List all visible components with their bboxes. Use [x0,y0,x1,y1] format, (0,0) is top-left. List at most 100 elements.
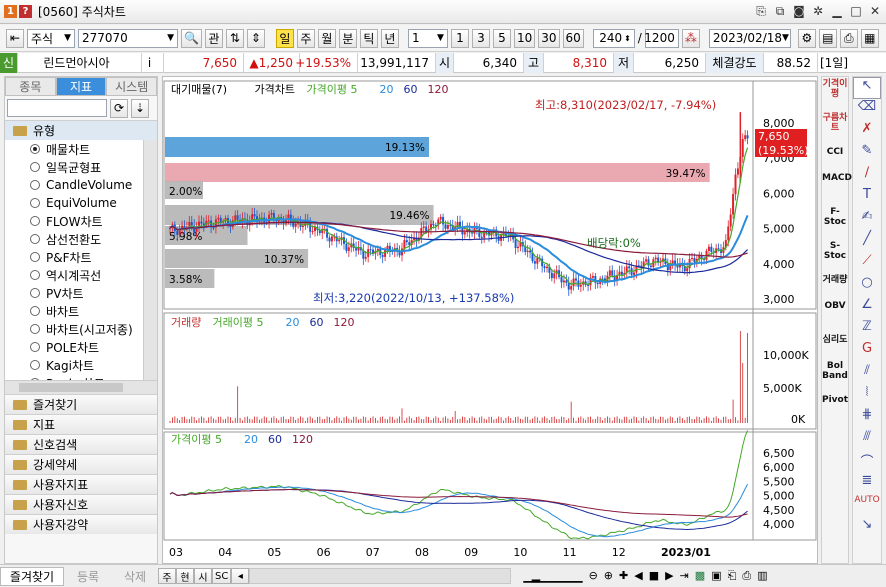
folder-item[interactable]: 사용자강약 [5,514,157,534]
watch-button[interactable]: 관 [204,28,223,48]
chart-scrollbar[interactable] [249,568,512,584]
first-icon[interactable]: ✚ [619,569,628,583]
unit-10-button[interactable]: 10 [513,28,536,48]
tab-favorites[interactable]: 즐겨찾기 [0,566,64,586]
tab-indicator[interactable]: 지표 [55,77,107,96]
chart-type-item[interactable]: Kagi차트 [5,356,157,374]
unit-3-button[interactable]: 3 [471,28,490,48]
count-input[interactable]: 240 ⬍ [592,28,635,48]
horizontal-scrollbar[interactable] [5,380,157,394]
indicator-shortcut[interactable]: 구름차트 [822,111,848,145]
register-button[interactable]: 등록 [64,568,112,585]
indicator-shortcut[interactable]: 기격이평 [822,77,848,111]
folder-item[interactable]: 사용자신호 [5,494,157,514]
chart-area[interactable]: 19.13% 39.47% 2.00% 19.46% 5.98% 10.37% 3.58% 대… [162,76,818,564]
unit-5-button[interactable]: 5 [492,28,511,48]
close-icon[interactable]: ✕ [868,4,882,18]
copy-chart-icon[interactable]: ⎗ [728,569,737,583]
unit-select[interactable]: 1 ▼ [407,28,448,48]
stock-chart-svg[interactable]: 19.13% 39.47% 2.00% 19.46% 5.98% 10.37% 3.58% 대… [163,77,817,563]
save-image-icon[interactable]: ▣ [711,569,721,583]
scrollbar-thumb[interactable] [19,383,123,392]
tab-current[interactable]: 현 [176,568,194,584]
chart-type-item[interactable]: 바차트 [5,302,157,320]
line-icon[interactable]: ╱ [853,231,881,253]
chart-type-item[interactable]: 매물차트 [5,140,157,158]
chart-type-item[interactable]: 바차트(시고저종) [5,320,157,338]
help-icon[interactable]: ? [19,5,32,18]
indicator-shortcut[interactable]: 거래량 [822,273,848,299]
folder-item[interactable]: 신호검색 [5,434,157,454]
excel-icon[interactable]: ▩ [695,569,705,583]
folder-item[interactable]: 지표 [5,414,157,434]
radio-icon[interactable] [30,270,40,280]
updown-icon[interactable]: ⇕ [246,28,265,48]
wave-icon[interactable]: ≣ [853,473,881,495]
zoom-out-icon[interactable]: ⊖ [589,569,598,583]
stock-code-input[interactable]: 277070 ▼ [78,28,178,48]
fibonacci-icon[interactable]: G [853,341,881,363]
delete-button[interactable]: 삭제 [112,568,158,585]
camera-icon[interactable]: ◙ [792,4,806,18]
text-icon[interactable]: T [853,187,881,209]
zoom-slider[interactable]: ▁▂▁▁▁▁▁ [523,570,582,583]
ruler-icon[interactable]: ⟋ [853,253,881,275]
all-erase-icon[interactable]: ✗ [853,121,881,143]
indicator-shortcut[interactable]: Bol Band [822,359,848,393]
period-day[interactable]: 일 [275,28,294,48]
chart-type-item[interactable]: FLOW차트 [5,212,157,230]
erase-icon[interactable]: ⌫ [853,99,881,121]
stepper-icon[interactable]: ⬍ [624,34,631,43]
pen-icon[interactable]: ∕ [853,165,881,187]
radio-icon[interactable] [30,144,40,154]
radio-icon[interactable] [30,252,40,262]
angle-icon[interactable]: ∠ [853,297,881,319]
unit-1-button[interactable]: 1 [450,28,469,48]
sync-icon[interactable]: ⇅ [225,28,244,48]
period-minute[interactable]: 분 [338,28,357,48]
stop-icon[interactable]: ■ [649,569,659,583]
radio-icon[interactable] [30,234,40,244]
chart-type-item[interactable]: 삼선전환도 [5,230,157,248]
tab-sc[interactable]: SC [212,568,232,584]
folder-item[interactable]: 즐겨찾기 [5,394,157,414]
print-icon[interactable]: ⎙ [839,28,858,48]
arc-icon[interactable]: ⌒ [853,451,881,473]
indicator-shortcut[interactable]: CCI [822,145,848,171]
link-icon[interactable]: ⎘ [754,4,768,18]
tab-stock[interactable]: 종목 [5,77,56,96]
tab-time[interactable]: 시 [194,568,212,584]
unit-30-button[interactable]: 30 [538,28,560,48]
grid-icon[interactable]: ▦ [860,28,879,48]
maximize-icon[interactable]: □ [849,4,863,18]
tab-system[interactable]: 시스템 [106,77,158,96]
indicator-shortcut[interactable]: Pivot [822,393,848,413]
next-page-icon[interactable]: ▶ [665,569,673,583]
radio-icon[interactable] [30,198,40,208]
chart-type-item[interactable]: PV차트 [5,284,157,302]
refresh-icon[interactable]: ⟳ [110,98,128,118]
scroll-left-icon[interactable]: ◂ [231,568,250,584]
radio-icon[interactable] [30,360,40,370]
cycle-icon[interactable]: ⦚ [853,385,881,407]
period-month[interactable]: 월 [317,28,336,48]
folder-item[interactable]: 강세약세 [5,454,157,474]
radio-icon[interactable] [30,306,40,316]
chart-type-item[interactable]: EquiVolume [5,194,157,212]
radio-icon[interactable] [30,216,40,226]
indicator-shortcut[interactable]: MACD [822,171,852,205]
copy-icon[interactable]: ⧉ [773,4,787,18]
period-week[interactable]: 주 [296,28,315,48]
tab-stock-short[interactable]: 주 [158,568,176,584]
apply-icon[interactable]: ⁂ [681,28,700,48]
indicator-search-input[interactable] [7,99,107,117]
download-icon[interactable]: ⇣ [131,98,149,118]
prev-icon[interactable]: ⇤ [6,28,24,48]
zigzag-icon[interactable]: ℤ [853,319,881,341]
indicator-shortcut[interactable]: OBV [822,299,848,333]
radio-icon[interactable] [30,324,40,334]
indicator-shortcut[interactable]: S-Stoc [822,239,848,273]
info-icon[interactable]: i [142,52,164,73]
unit-60-button[interactable]: 60 [562,28,584,48]
prev-page-icon[interactable]: ◀ [634,569,642,583]
